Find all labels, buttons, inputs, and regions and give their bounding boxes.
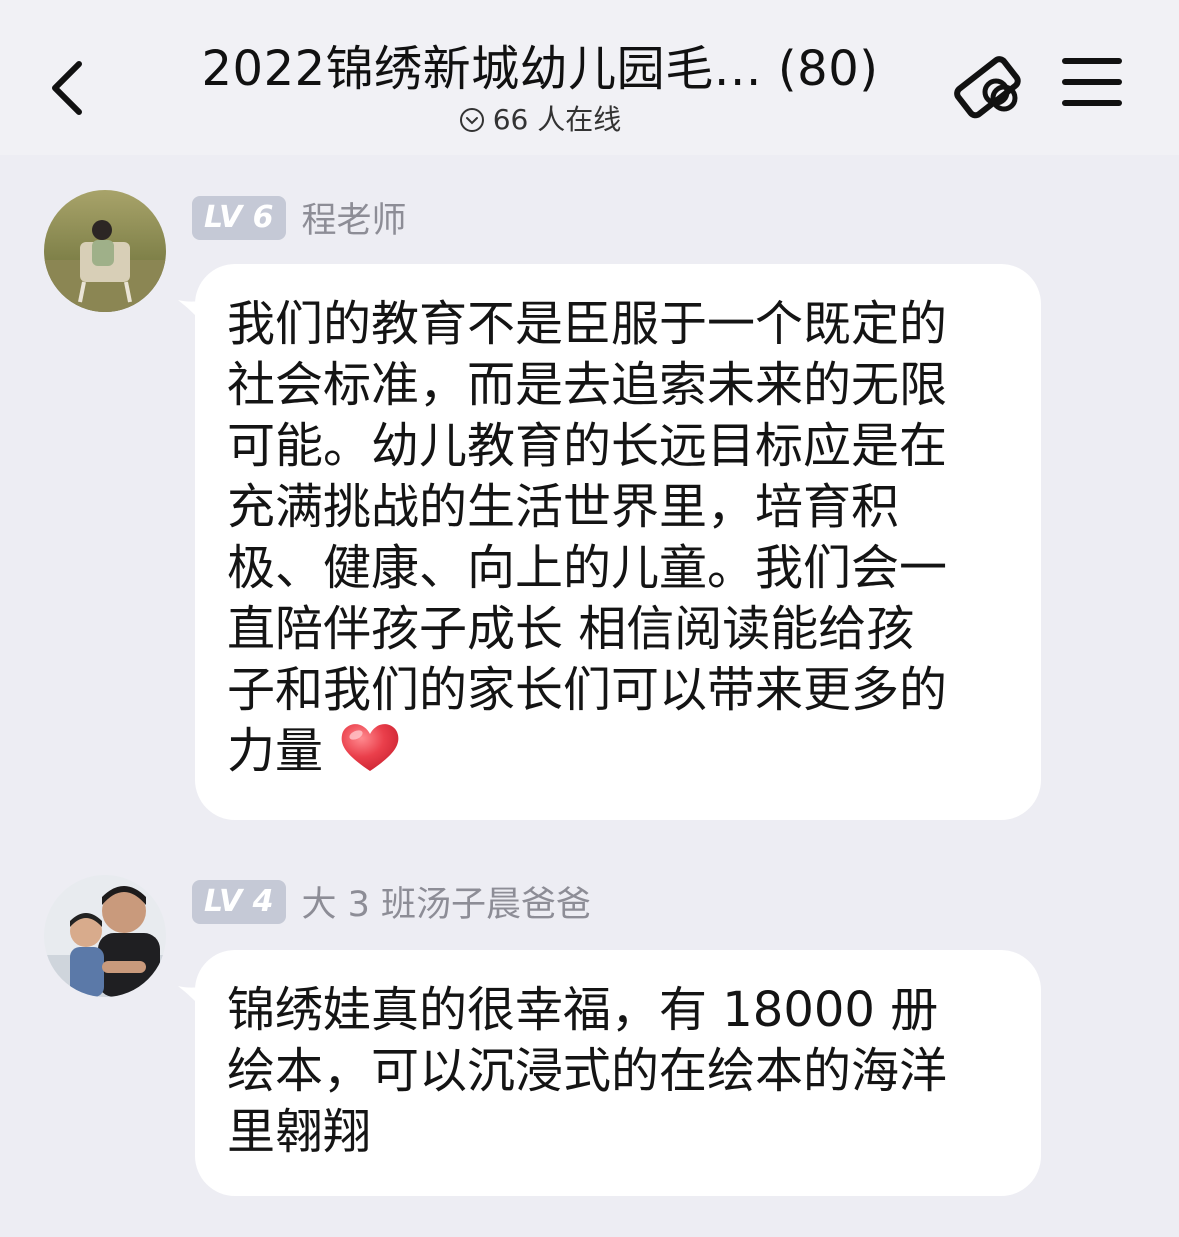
menu-icon bbox=[1062, 58, 1122, 64]
group-title[interactable]: 2022锦绣新城幼儿园毛… (80) bbox=[160, 38, 920, 100]
message-line: 可能。幼儿教育的长远目标应是在 bbox=[227, 418, 948, 474]
online-status: 66 人在线 bbox=[459, 102, 622, 138]
message-line: 锦绣娃真的很幸福，有 18000 册 bbox=[227, 982, 939, 1038]
message-line: 我们的教育不是臣服于一个既定的 bbox=[227, 296, 948, 352]
sender-name[interactable]: 程老师 bbox=[302, 192, 407, 243]
level-badge: LV 6 bbox=[192, 195, 286, 240]
sender-name[interactable]: 大 3 班汤子晨爸爸 bbox=[302, 876, 592, 927]
menu-icon-bar bbox=[1062, 79, 1122, 85]
top-bar: 2022锦绣新城幼儿园毛… (80) 66 人在线 bbox=[0, 0, 1179, 155]
group-link-button[interactable] bbox=[952, 52, 1026, 120]
message-line-last: 力量 bbox=[227, 721, 1011, 782]
message-meta: LV 6 程老师 bbox=[192, 192, 407, 243]
message-line: 直陪伴孩子成长 相信阅读能给孩 bbox=[227, 601, 915, 657]
message-line-text: 力量 bbox=[227, 723, 324, 779]
avatar[interactable] bbox=[44, 875, 166, 997]
online-count: 66 人在线 bbox=[492, 103, 622, 136]
back-button[interactable] bbox=[42, 58, 92, 118]
message-bubble[interactable]: 锦绣娃真的很幸福，有 18000 册 绘本，可以沉浸式的在绘本的海洋 里翱翔 bbox=[195, 950, 1041, 1196]
chat-header: 2022锦绣新城幼儿园毛… (80) 66 人在线 bbox=[160, 38, 920, 138]
message-line: 充满挑战的生活世界里，培育积 bbox=[227, 479, 900, 535]
avatar-photo bbox=[44, 875, 166, 997]
message-line: 极、健康、向上的儿童。我们会一 bbox=[227, 540, 948, 596]
link-tag-icon bbox=[954, 56, 1021, 119]
menu-button[interactable] bbox=[1062, 58, 1122, 114]
avatar-photo bbox=[44, 190, 166, 312]
level-badge: LV 4 bbox=[192, 879, 286, 924]
online-clock-icon bbox=[459, 108, 484, 132]
avatar[interactable] bbox=[44, 190, 166, 312]
menu-icon-bar bbox=[1062, 100, 1122, 106]
message-line: 里翱翔 bbox=[227, 1104, 372, 1160]
message-line: 社会标准，而是去追索未来的无限 bbox=[227, 357, 948, 413]
chevron-left-icon bbox=[52, 61, 82, 115]
heart-emoji-icon bbox=[341, 724, 399, 771]
message-meta: LV 4 大 3 班汤子晨爸爸 bbox=[192, 876, 591, 927]
message-line: 子和我们的家长们可以带来更多的 bbox=[227, 662, 948, 718]
message-line: 绘本，可以沉浸式的在绘本的海洋 bbox=[227, 1043, 948, 1099]
message-bubble[interactable]: 我们的教育不是臣服于一个既定的 社会标准，而是去追索未来的无限 可能。幼儿教育的… bbox=[195, 264, 1041, 820]
